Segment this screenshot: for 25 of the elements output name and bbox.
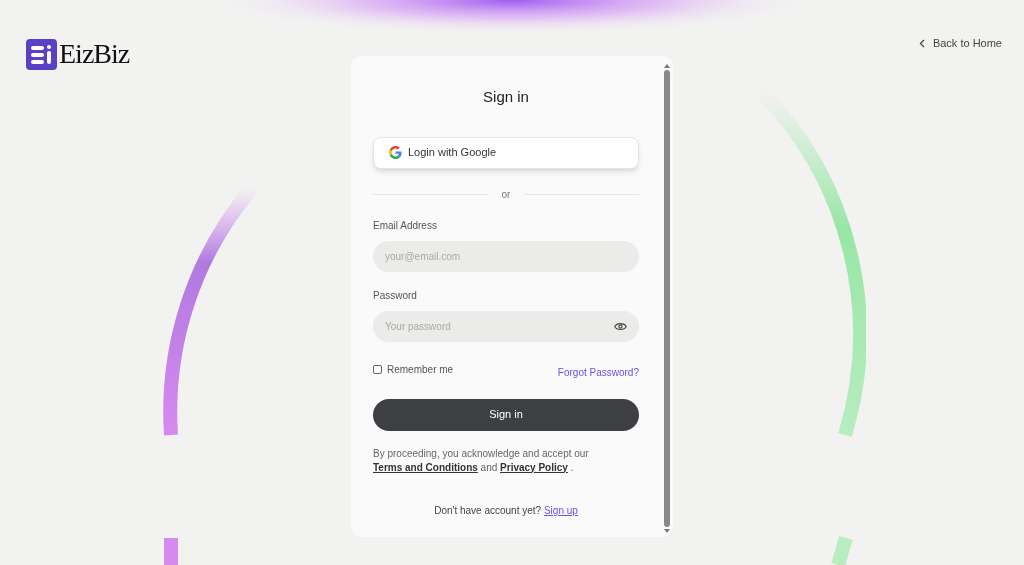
terms-link[interactable]: Terms and Conditions bbox=[373, 461, 478, 473]
signup-prompt: Don't have account yet? bbox=[434, 504, 542, 516]
google-login-button[interactable]: Login with Google bbox=[373, 136, 639, 169]
eye-icon[interactable] bbox=[614, 321, 627, 331]
back-link[interactable]: Back to Home bbox=[918, 35, 1002, 52]
chevron-left-icon bbox=[918, 38, 925, 48]
privacy-policy-link[interactable]: Privacy Policy bbox=[500, 461, 568, 473]
divider-text: or bbox=[501, 187, 511, 202]
logo-icon bbox=[26, 38, 57, 70]
scrollbar[interactable] bbox=[663, 64, 671, 533]
password-field[interactable]: Your password bbox=[373, 310, 639, 342]
remember-me-label: Remember me bbox=[387, 362, 454, 377]
forgot-password-link[interactable]: Forgot Password? bbox=[557, 364, 639, 380]
sign-in-button[interactable]: Sign in bbox=[373, 398, 639, 431]
sign-in-title: Sign in bbox=[482, 87, 530, 107]
sign-up-link[interactable]: Sign up bbox=[543, 504, 578, 516]
scroll-up-icon[interactable] bbox=[664, 64, 670, 68]
email-field[interactable]: your@email.com bbox=[373, 240, 639, 272]
email-label: Email Address bbox=[373, 218, 438, 233]
consent-text: By proceeding, you acknowledge and accept our Terms and Conditions and Privacy Policy . bbox=[373, 446, 590, 475]
password-label: Password bbox=[373, 288, 418, 303]
remember-me-checkbox[interactable] bbox=[373, 364, 382, 374]
logo-text: EizBiz bbox=[59, 37, 130, 71]
google-icon bbox=[389, 146, 402, 159]
scroll-down-icon[interactable] bbox=[664, 529, 670, 533]
